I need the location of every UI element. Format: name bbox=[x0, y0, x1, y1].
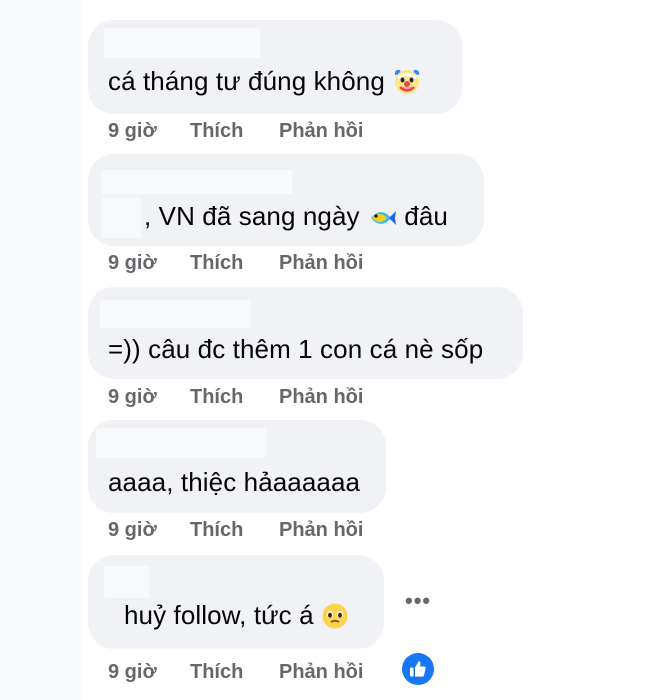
comment-text: , VN đã sang ngày đâu bbox=[144, 201, 448, 231]
thumbs-up-icon[interactable] bbox=[402, 653, 434, 685]
comment-bubble[interactable] bbox=[88, 154, 484, 246]
like-button[interactable]: Thích bbox=[190, 386, 243, 409]
author-name-redacted[interactable] bbox=[102, 198, 142, 238]
like-button[interactable]: Thích bbox=[190, 661, 243, 684]
reply-button[interactable]: Phản hồi bbox=[279, 519, 363, 542]
comment-time: 9 giờ bbox=[108, 519, 157, 541]
pleading-face-icon bbox=[322, 603, 348, 629]
author-name-redacted[interactable] bbox=[100, 300, 250, 328]
fish-icon bbox=[370, 211, 396, 225]
like-button[interactable]: Thích bbox=[190, 519, 243, 542]
author-name-redacted[interactable] bbox=[96, 428, 266, 458]
comment-time: 9 giờ bbox=[108, 252, 157, 274]
comment-time: 9 giờ bbox=[108, 661, 157, 683]
thumbs-up-glyph bbox=[410, 661, 426, 677]
like-button[interactable]: Thích bbox=[190, 252, 243, 275]
left-margin-strip bbox=[0, 0, 82, 700]
comment-time: 9 giờ bbox=[108, 120, 157, 142]
author-name-redacted[interactable] bbox=[102, 170, 292, 194]
author-name-redacted[interactable] bbox=[104, 28, 260, 58]
clown-face-icon bbox=[395, 69, 420, 94]
comment-text: huỷ follow, tức á bbox=[124, 600, 349, 631]
comment-text: =)) câu đc thêm 1 con cá nè sốp bbox=[108, 334, 484, 364]
reply-button[interactable]: Phản hồi bbox=[279, 252, 363, 275]
more-options-button[interactable]: ••• bbox=[405, 588, 431, 614]
like-button[interactable]: Thích bbox=[190, 120, 243, 143]
reply-button[interactable]: Phản hồi bbox=[279, 386, 363, 409]
comment-text: cá tháng tư đúng không bbox=[108, 66, 422, 97]
reply-button[interactable]: Phản hồi bbox=[279, 120, 363, 143]
author-name-redacted[interactable] bbox=[104, 566, 150, 598]
comment-time: 9 giờ bbox=[108, 386, 157, 408]
comment-text: aaaa, thiệc hảaaaaaa bbox=[108, 467, 361, 497]
reply-button[interactable]: Phản hồi bbox=[279, 661, 363, 684]
